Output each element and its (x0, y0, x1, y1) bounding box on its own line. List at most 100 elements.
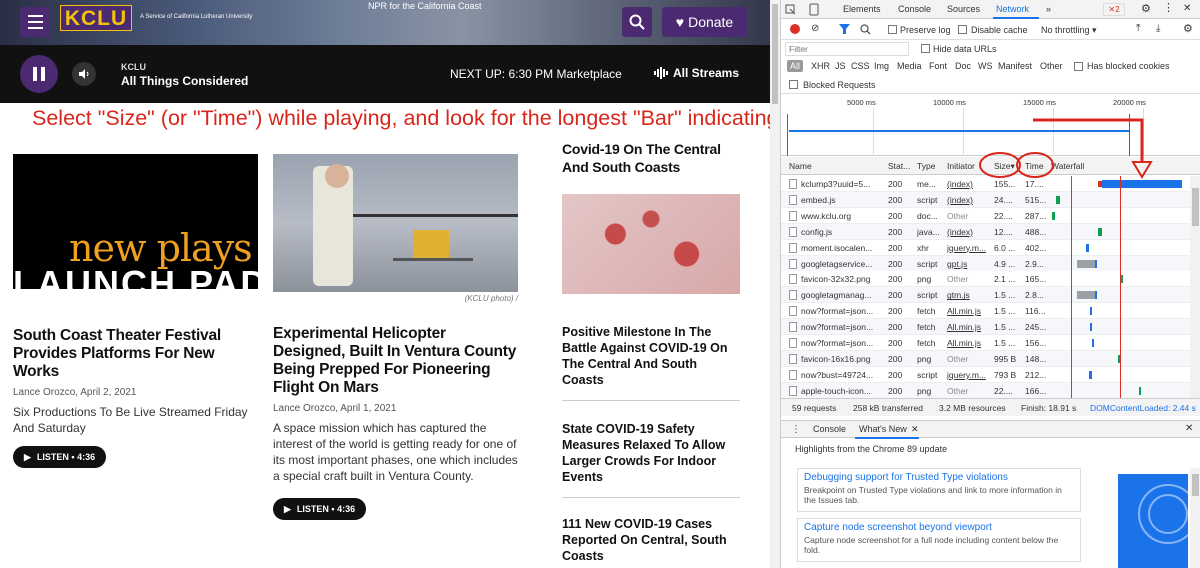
more-tabs-icon[interactable]: » (1046, 4, 1051, 14)
table-scrollbar[interactable] (1190, 176, 1200, 398)
type-filter-manifest[interactable]: Manifest (998, 61, 1032, 71)
article-image-theater[interactable]: new plays LAUNCH PAD (13, 154, 258, 289)
column-name[interactable]: Name (789, 158, 812, 174)
drawer-menu-icon[interactable]: ⋮ (791, 424, 801, 435)
page-scrollbar[interactable] (770, 0, 780, 568)
request-row[interactable]: now?format=json... 200 fetch All.min.js 1.5 … (781, 319, 1190, 336)
filter-icon[interactable] (839, 24, 850, 34)
pause-button[interactable] (20, 55, 58, 93)
article-image-helicopter[interactable] (273, 154, 518, 292)
donate-button[interactable]: ♥ Donate (662, 7, 747, 37)
error-counter[interactable]: ✕2 (1103, 3, 1125, 16)
request-row[interactable]: config.js 200 java... (index) 12.... 488... (781, 223, 1190, 240)
news-title[interactable]: Debugging support for Trusted Type viola… (804, 472, 1074, 483)
scrollbar-thumb[interactable] (772, 4, 778, 104)
article-title[interactable]: Experimental Helicopter Designed, Built … (273, 325, 518, 397)
column-initiator[interactable]: Initiator (947, 158, 975, 174)
request-row[interactable]: kclump3?uuid=5... 200 me... (index) 155... 17… (781, 176, 1190, 192)
request-initiator[interactable]: All.min.js (947, 319, 992, 335)
request-row[interactable]: embed.js 200 script (index) 24.... 515... (781, 191, 1190, 208)
close-devtools-icon[interactable]: ✕ (1183, 3, 1191, 14)
table-scrollbar-thumb[interactable] (1192, 188, 1199, 226)
request-row[interactable]: now?bust=49724... 200 script jquery.m... 793… (781, 366, 1190, 383)
search-button[interactable] (622, 7, 652, 37)
more-options-icon[interactable]: ⋮ (1163, 1, 1174, 14)
blocked-cookies-checkbox[interactable] (1074, 62, 1083, 71)
request-row[interactable]: now?format=json... 200 fetch All.min.js 1.5 … (781, 303, 1190, 320)
search-icon[interactable] (860, 24, 871, 35)
request-initiator[interactable]: gtm.js (947, 287, 992, 303)
type-filter-js[interactable]: JS (835, 61, 846, 71)
disable-cache-checkbox[interactable] (958, 25, 967, 34)
news-title[interactable]: Capture node screenshot beyond viewport (804, 522, 1074, 533)
volume-button[interactable] (72, 62, 96, 86)
request-initiator[interactable]: gpt.js (947, 256, 992, 272)
news-card[interactable]: Debugging support for Trusted Type viola… (797, 468, 1081, 512)
request-row[interactable]: favicon-16x16.png 200 png Other 995 B 148... (781, 350, 1190, 367)
throttling-select[interactable]: No throttling ▾ (1041, 25, 1097, 36)
overview-timeline[interactable]: 5000 ms 10000 ms 15000 ms 20000 ms (781, 94, 1200, 156)
tab-elements[interactable]: Elements (843, 4, 881, 14)
device-toolbar-icon[interactable] (809, 3, 819, 16)
request-row[interactable]: favicon-32x32.png 200 png Other 2.1 ... 165..… (781, 271, 1190, 288)
close-drawer-icon[interactable]: ✕ (1185, 423, 1193, 434)
type-filter-img[interactable]: Img (874, 61, 889, 71)
column-waterfall[interactable]: Waterfall (1051, 158, 1084, 174)
filter-input[interactable] (785, 42, 909, 56)
sidebar-headline[interactable]: Covid-19 On The Central And South Coasts (562, 140, 740, 176)
column-type[interactable]: Type (917, 158, 935, 174)
request-initiator[interactable]: (index) (947, 224, 992, 240)
type-filter-doc[interactable]: Doc (955, 61, 971, 71)
network-settings-icon[interactable]: ⚙ (1183, 22, 1193, 35)
blocked-requests-checkbox[interactable] (789, 80, 798, 89)
request-initiator[interactable]: jquery.m... (947, 240, 992, 256)
preserve-log-checkbox[interactable] (888, 25, 897, 34)
import-har-icon[interactable]: ⤒ (1136, 23, 1140, 34)
station-logo[interactable]: KCLU (60, 5, 132, 31)
all-streams-button[interactable]: All Streams (654, 66, 739, 80)
settings-gear-icon[interactable]: ⚙ (1141, 2, 1151, 15)
type-filter-all[interactable]: All (787, 60, 804, 72)
sidebar-item[interactable]: 111 New COVID-19 Cases Reported On Centr… (562, 516, 740, 568)
drawer-scrollbar[interactable] (1190, 468, 1200, 568)
export-har-icon[interactable]: ⤓ (1156, 23, 1160, 34)
request-initiator[interactable]: jquery.m... (947, 367, 992, 383)
covid-virus-image[interactable] (562, 194, 740, 294)
request-initiator[interactable]: (index) (947, 176, 992, 192)
sidebar-item[interactable]: State COVID-19 Safety Measures Relaxed T… (562, 421, 740, 498)
tab-sources[interactable]: Sources (947, 4, 980, 14)
column-size[interactable]: Size▾ (994, 158, 1015, 174)
record-button[interactable] (790, 24, 800, 34)
column-status[interactable]: Stat... (888, 158, 910, 174)
close-tab-icon[interactable]: ✕ (911, 424, 919, 435)
type-filter-ws[interactable]: WS (978, 61, 993, 71)
inspect-icon[interactable] (785, 4, 796, 15)
sidebar-item[interactable]: Positive Milestone In The Battle Against… (562, 324, 740, 401)
request-initiator[interactable]: (index) (947, 192, 992, 208)
request-row[interactable]: apple-touch-icon... 200 png Other 22.... 166.… (781, 382, 1190, 398)
request-row[interactable]: googletagservice... 200 script gpt.js 4.9 ..… (781, 255, 1190, 272)
type-filter-font[interactable]: Font (929, 61, 947, 71)
column-time[interactable]: Time (1025, 158, 1044, 174)
drawer-tab-whats-new[interactable]: What's New (859, 424, 907, 434)
request-row[interactable]: www.kclu.org 200 doc... Other 22.... 287... (781, 207, 1190, 224)
type-filter-css[interactable]: CSS (851, 61, 870, 71)
request-initiator[interactable]: All.min.js (947, 303, 992, 319)
request-initiator[interactable]: All.min.js (947, 335, 992, 351)
listen-button[interactable]: ▶ LISTEN • 4:36 (273, 498, 367, 520)
listen-button[interactable]: ▶ LISTEN • 4:36 (13, 446, 107, 468)
drawer-tab-console[interactable]: Console (813, 424, 846, 434)
request-row[interactable]: googletagmanag... 200 script gtm.js 1.5 ... 2… (781, 287, 1190, 304)
tab-console[interactable]: Console (898, 4, 931, 14)
news-card[interactable]: Capture node screenshot beyond viewport … (797, 518, 1081, 562)
request-row[interactable]: moment.isocalen... 200 xhr jquery.m... 6.0 .… (781, 239, 1190, 256)
clear-icon[interactable]: ⊘ (811, 23, 819, 34)
type-filter-other[interactable]: Other (1040, 61, 1063, 71)
request-row[interactable]: now?format=json... 200 fetch All.min.js 1.5 … (781, 335, 1190, 351)
article-title[interactable]: South Coast Theater Festival Provides Pl… (13, 327, 258, 381)
tab-network[interactable]: Network (996, 4, 1029, 14)
menu-button[interactable] (20, 7, 50, 37)
type-filter-xhr[interactable]: XHR (811, 61, 830, 71)
type-filter-media[interactable]: Media (897, 61, 922, 71)
drawer-scrollbar-thumb[interactable] (1192, 474, 1199, 496)
